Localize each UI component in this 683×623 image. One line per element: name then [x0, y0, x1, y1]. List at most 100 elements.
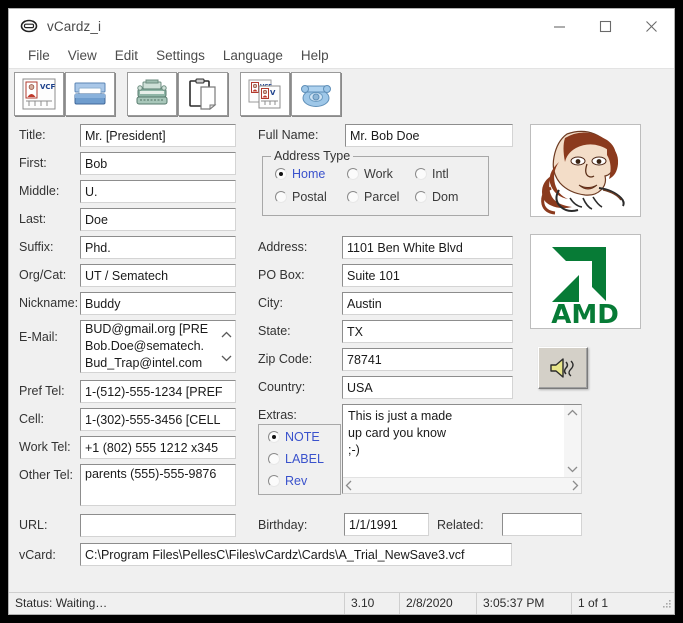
- menu-help[interactable]: Help: [292, 46, 338, 65]
- label-vcard: vCard:: [19, 548, 56, 562]
- menu-language[interactable]: Language: [214, 46, 292, 65]
- toolbar-group-edit: [127, 72, 228, 116]
- label-extras: Extras:: [258, 408, 297, 422]
- maximize-button[interactable]: [582, 9, 628, 43]
- radio-intl[interactable]: Intl: [415, 167, 449, 181]
- scroll-right-icon[interactable]: [572, 480, 579, 491]
- sound-button[interactable]: [538, 347, 588, 389]
- telephone-button[interactable]: [291, 72, 341, 116]
- other-tel-input[interactable]: parents (555)-555-9876: [80, 464, 236, 506]
- scroll-up-icon[interactable]: [567, 409, 578, 416]
- radio-dom[interactable]: Dom: [415, 190, 458, 204]
- svg-text:V: V: [270, 89, 276, 97]
- contact-photo-panel[interactable]: [530, 124, 641, 217]
- label-full-name: Full Name:: [258, 128, 319, 142]
- open-folder-button[interactable]: [65, 72, 115, 116]
- country-input[interactable]: USA: [342, 376, 513, 399]
- label-state: State:: [258, 324, 291, 338]
- label-zip: Zip Code:: [258, 352, 313, 366]
- label-address: Address:: [258, 240, 308, 254]
- application-window: vCardz_i File View Edit Settings Languag…: [8, 8, 675, 615]
- first-input[interactable]: Bob: [80, 152, 236, 175]
- scroll-down-icon[interactable]: [221, 355, 232, 362]
- extras-horizontal-scrollbar[interactable]: [343, 477, 581, 493]
- email-list-item[interactable]: Bud_Trap@intel.com: [81, 355, 235, 372]
- pref-tel-input[interactable]: 1-(512)-555-1234 [PREF: [80, 380, 236, 403]
- menu-edit[interactable]: Edit: [106, 46, 147, 65]
- radio-note[interactable]: NOTE: [268, 430, 320, 444]
- radio-label: Rev: [285, 474, 308, 488]
- state-input[interactable]: TX: [342, 320, 513, 343]
- radio-parcel[interactable]: Parcel: [347, 190, 399, 204]
- menu-view[interactable]: View: [59, 46, 106, 65]
- window-controls: [536, 9, 674, 43]
- label-url: URL:: [19, 518, 48, 532]
- title-bar: vCardz_i: [9, 9, 674, 43]
- status-record-count: 1 of 1: [571, 592, 674, 614]
- label-first: First:: [19, 156, 47, 170]
- po-box-input[interactable]: Suite 101: [342, 264, 513, 287]
- work-tel-input[interactable]: +1 (802) 555 1212 x345: [80, 436, 236, 459]
- vcard-path-input[interactable]: C:\Program Files\PellesC\Files\vCardz\Ca…: [80, 543, 512, 566]
- zip-input[interactable]: 78741: [342, 348, 513, 371]
- label-nickname: Nickname:: [19, 296, 79, 310]
- radio-dot-icon: [268, 475, 280, 487]
- nickname-input[interactable]: Buddy: [80, 292, 236, 315]
- related-input[interactable]: [502, 513, 582, 536]
- clipboard-button[interactable]: [178, 72, 228, 116]
- vcf-card-button[interactable]: VCF: [14, 72, 64, 116]
- menu-file[interactable]: File: [19, 46, 59, 65]
- svg-text:VCF: VCF: [40, 83, 56, 91]
- suffix-input[interactable]: Phd.: [80, 236, 236, 259]
- multi-card-button[interactable]: VCF V: [240, 72, 290, 116]
- middle-input[interactable]: U.: [80, 180, 236, 203]
- email-list-item[interactable]: BUD@gmail.org [PRE: [81, 321, 235, 338]
- scroll-left-icon[interactable]: [345, 480, 352, 491]
- extras-textarea[interactable]: This is just a made up card you know ;-): [342, 404, 582, 494]
- amd-logo-icon: AMD: [531, 235, 640, 328]
- toolbar-group-file: VCF: [14, 72, 115, 116]
- status-date: 2/8/2020: [399, 592, 476, 614]
- email-list[interactable]: BUD@gmail.org [PRE Bob.Doe@sematech. Bud…: [80, 320, 236, 373]
- radio-home[interactable]: Home: [275, 167, 325, 181]
- url-input[interactable]: [80, 514, 236, 537]
- radio-work[interactable]: Work: [347, 167, 393, 181]
- label-other-tel: Other Tel:: [19, 468, 73, 482]
- radio-postal[interactable]: Postal: [275, 190, 327, 204]
- radio-label-type[interactable]: LABEL: [268, 452, 324, 466]
- city-input[interactable]: Austin: [342, 292, 513, 315]
- resize-grip[interactable]: [660, 598, 672, 613]
- last-input[interactable]: Doe: [80, 208, 236, 231]
- birthday-input[interactable]: 1/1/1991: [344, 513, 429, 536]
- cell-input[interactable]: 1-(302)-555-3456 [CELL: [80, 408, 236, 431]
- multi-card-icon: VCF V: [248, 79, 281, 109]
- extras-vertical-scrollbar[interactable]: [564, 405, 581, 477]
- radio-label: Parcel: [364, 190, 400, 204]
- close-button[interactable]: [628, 9, 674, 43]
- title-input[interactable]: Mr. [President]: [80, 124, 236, 147]
- full-name-input[interactable]: Mr. Bob Doe: [345, 124, 513, 147]
- minimize-button[interactable]: [536, 9, 582, 43]
- amd-logo-text: AMD: [551, 300, 619, 328]
- email-scroll-buttons[interactable]: [219, 322, 234, 371]
- radio-dot-icon: [347, 191, 359, 203]
- menu-settings[interactable]: Settings: [147, 46, 214, 65]
- orgcat-input[interactable]: UT / Sematech: [80, 264, 236, 287]
- toolbar: VCF V: [9, 69, 674, 119]
- menu-bar: File View Edit Settings Language Help: [9, 43, 674, 69]
- radio-dot-icon: [268, 453, 280, 465]
- address-input[interactable]: 1101 Ben White Blvd: [342, 236, 513, 259]
- address-type-legend: Address Type: [271, 149, 354, 163]
- label-orgcat: Org/Cat:: [19, 268, 67, 282]
- label-title: Title:: [19, 128, 46, 142]
- email-list-item[interactable]: Bob.Doe@sematech.: [81, 338, 235, 355]
- radio-rev[interactable]: Rev: [268, 474, 307, 488]
- scroll-up-icon[interactable]: [221, 331, 232, 338]
- radio-dot-icon: [347, 168, 359, 180]
- label-po-box: PO Box:: [258, 268, 305, 282]
- typewriter-icon: [136, 79, 168, 105]
- radio-label: Dom: [432, 190, 459, 204]
- scroll-down-icon[interactable]: [567, 466, 578, 473]
- typewriter-button[interactable]: [127, 72, 177, 116]
- organization-logo-panel[interactable]: AMD: [530, 234, 641, 329]
